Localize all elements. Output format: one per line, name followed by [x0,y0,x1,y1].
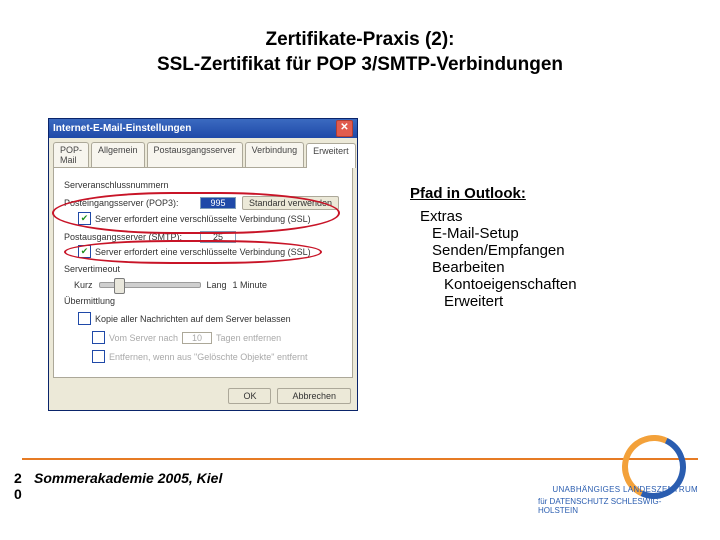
dialog-tabs: POP-Mail Allgemein Postausgangsserver Ve… [49,138,357,167]
path-item: Extras [420,208,640,225]
group-timeout-label: Servertimeout [64,264,342,274]
timeout-slider[interactable] [99,282,201,288]
outlook-path-block: Pfad in Outlook: Extras E-Mail-Setup Sen… [410,185,640,310]
leave-copy-checkbox[interactable]: ✔ [78,312,91,325]
tab-general[interactable]: Allgemein [91,142,145,167]
ssl-incoming-checkbox[interactable]: ✔ [78,212,91,225]
ok-button[interactable]: OK [228,388,271,404]
tab-outgoing[interactable]: Postausgangsserver [147,142,243,167]
group-ports-label: Serveranschlussnummern [64,180,342,190]
slide-title: Zertifikate-Praxis (2): SSL-Zertifikat f… [0,28,720,77]
dialog-title: Internet-E-Mail-Einstellungen [53,119,191,138]
tab-connection[interactable]: Verbindung [245,142,305,167]
path-item: E-Mail-Setup [432,225,640,242]
remove-after-checkbox: ✔ [92,331,105,344]
ssl-outgoing-label: Server erfordert eine verschlüsselte Ver… [95,247,311,257]
ssl-outgoing-checkbox[interactable]: ✔ [78,245,91,258]
page-number: 2 0 [14,470,22,502]
title-line-1: Zertifikate-Praxis (2): [0,28,720,53]
group-delivery-label: Übermittlung [64,296,342,306]
tab-advanced[interactable]: Erweitert [306,143,356,168]
email-settings-dialog: Internet-E-Mail-Einstellungen ✕ POP-Mail… [48,118,358,411]
brand-logo: UNABHÄNGIGES LANDESZENTRUM für DATENSCHU… [538,435,698,520]
brand-line-2: für DATENSCHUTZ SCHLESWIG-HOLSTEIN [538,497,698,515]
dialog-panel: Serveranschlussnummern Posteingangsserve… [53,167,353,378]
dialog-titlebar[interactable]: Internet-E-Mail-Einstellungen ✕ [49,119,357,138]
ssl-incoming-label: Server erfordert eine verschlüsselte Ver… [95,214,311,224]
days-stepper: 10 [182,332,212,344]
footer-text: Sommerakademie 2005, Kiel [34,470,222,486]
smtp-port-input[interactable]: 25 [200,231,236,243]
path-item: Senden/Empfangen [432,242,640,259]
tab-popmail[interactable]: POP-Mail [53,142,89,167]
title-line-2: SSL-Zertifikat für POP 3/SMTP-Verbindung… [0,53,720,78]
path-item: Kontoeigenschaften [444,276,640,293]
path-item: Bearbeiten [432,259,640,276]
remove-deleted-label: Entfernen, wenn aus "Gelöschte Objekte" … [109,352,308,362]
path-heading: Pfad in Outlook: [410,185,640,202]
use-default-button[interactable]: Standard verwenden [242,196,339,210]
brand-line-1: UNABHÄNGIGES LANDESZENTRUM [552,485,698,494]
remove-deleted-checkbox: ✔ [92,350,105,363]
days-label: Tagen entfernen [216,333,281,343]
pop3-port-input[interactable]: 995 [200,197,236,209]
timeout-short-label: Kurz [74,280,93,290]
close-icon[interactable]: ✕ [336,120,353,137]
path-item: Erweitert [444,293,640,310]
slider-thumb-icon[interactable] [114,278,125,294]
leave-copy-label: Kopie aller Nachrichten auf dem Server b… [95,314,291,324]
remove-after-label: Vom Server nach [109,333,178,343]
timeout-long-label: Lang [207,280,227,290]
timeout-value: 1 Minute [233,280,268,290]
cancel-button[interactable]: Abbrechen [277,388,351,404]
smtp-label: Postausgangsserver (SMTP): [64,232,194,242]
pop3-label: Posteingangsserver (POP3): [64,198,194,208]
logo-ring-icon [613,426,695,508]
